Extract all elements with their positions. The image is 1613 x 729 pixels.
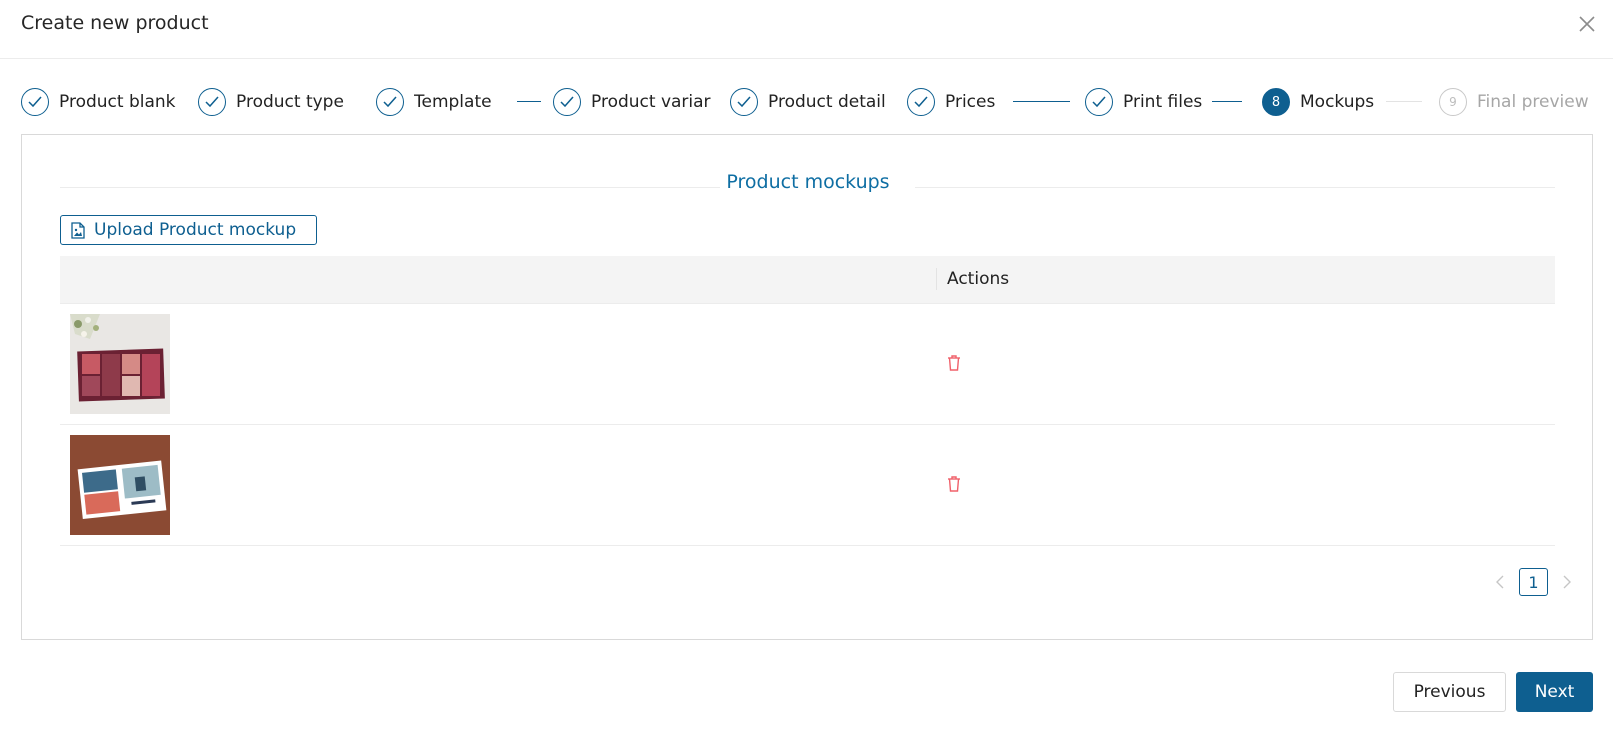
column-separator [936,268,937,290]
check-icon [907,88,935,116]
table-row [60,425,1555,546]
mockups-table: Actions [60,256,1555,546]
step-template[interactable]: Template [376,86,492,118]
table-header: Actions [60,256,1555,304]
step-product-type[interactable]: Product type [198,86,344,118]
check-icon [376,88,404,116]
previous-button[interactable]: Previous [1393,672,1506,712]
step-prices[interactable]: Prices [907,86,995,118]
photo-album-image [70,435,170,535]
modal-title: Create new product [21,12,209,34]
next-button[interactable]: Next [1516,672,1593,712]
step-print-files[interactable]: Print files [1085,86,1202,118]
chevron-right-icon[interactable] [1556,567,1578,597]
file-image-icon [71,221,85,239]
step-mockups[interactable]: 8 Mockups [1262,86,1374,118]
step-label: Template [414,92,492,112]
step-label: Product variar [591,92,711,112]
step-connector [1212,101,1242,102]
step-connector [517,101,541,102]
step-product-detail[interactable]: Product detail [730,86,886,118]
mockups-panel: Product mockups Upload Product mockup Ac… [21,134,1593,640]
chevron-left-icon[interactable] [1489,567,1511,597]
step-label: Product blank [59,92,176,112]
delete-icon[interactable] [945,475,963,493]
step-product-blank[interactable]: Product blank [21,86,176,118]
step-product-variants[interactable]: Product variar [553,86,711,118]
upload-mockup-label: Upload Product mockup [94,220,297,240]
check-icon [198,88,226,116]
check-icon [730,88,758,116]
step-final-preview[interactable]: 9 Final preview [1439,86,1589,118]
step-connector [1386,101,1422,102]
step-label: Prices [945,92,996,112]
step-label: Print files [1123,92,1203,112]
photo-album-image [70,314,170,414]
table-row [60,304,1555,425]
step-number-badge: 8 [1262,88,1290,116]
step-number-badge: 9 [1439,88,1467,116]
check-icon [21,88,49,116]
step-connector [1013,101,1070,102]
step-label: Final preview [1477,92,1589,112]
mockup-thumbnail[interactable] [70,435,170,535]
pagination: 1 [1489,567,1578,597]
close-icon[interactable] [1578,15,1596,33]
step-label: Product detail [768,92,886,112]
section-title: Product mockups [726,171,890,193]
stepper: Product blank Product type Template Prod… [0,86,1613,122]
pagination-page[interactable]: 1 [1519,568,1548,596]
modal-header: Create new product [0,0,1613,59]
column-header-actions: Actions [947,269,1010,289]
mockup-thumbnail[interactable] [70,314,170,414]
upload-mockup-button[interactable]: Upload Product mockup [60,215,317,245]
check-icon [1085,88,1113,116]
delete-icon[interactable] [945,354,963,372]
step-label: Mockups [1300,92,1375,112]
step-label: Product type [236,92,344,112]
check-icon [553,88,581,116]
